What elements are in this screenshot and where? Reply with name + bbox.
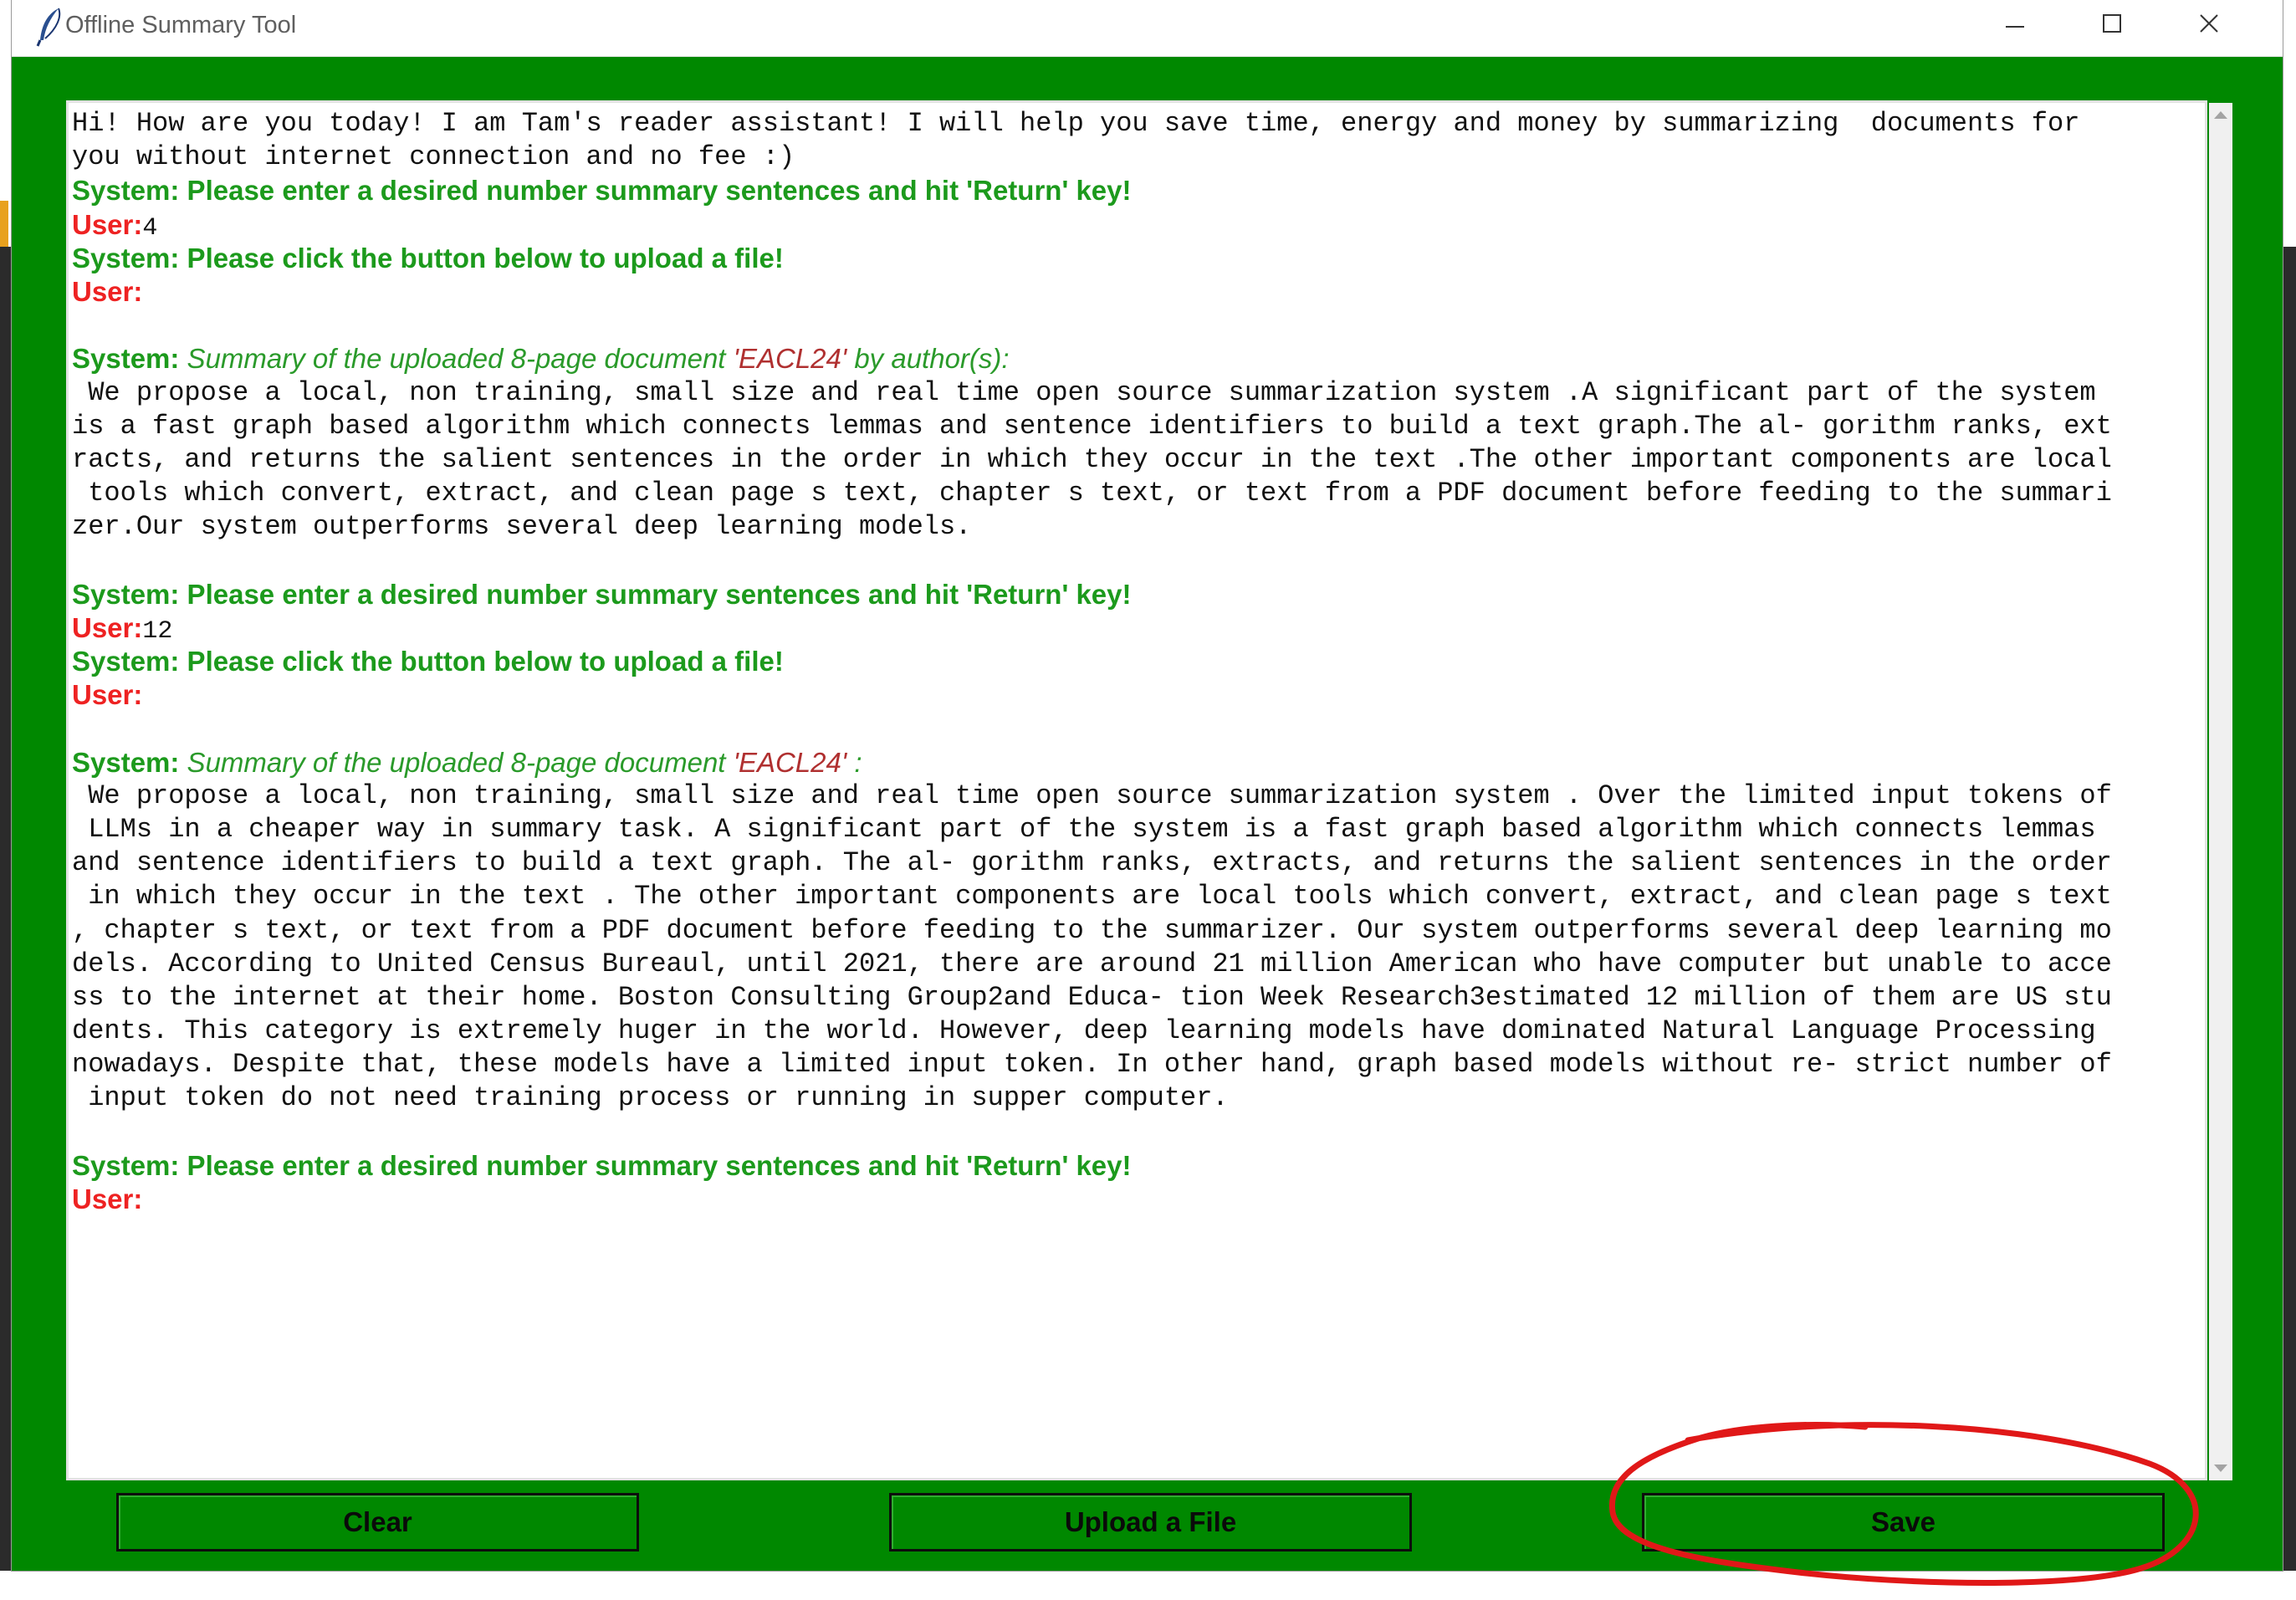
summary-line: is a fast graph based algorithm which co… (72, 410, 2112, 442)
desktop-taskbar-mark (0, 201, 8, 247)
summary-line: and sentence identifiers to build a text… (72, 847, 2112, 879)
summary-suffix: by author(s): (846, 343, 1010, 375)
user-label: User: (72, 275, 143, 307)
scroll-down-arrow-icon[interactable] (2209, 1457, 2232, 1480)
summary-line: zer.Our system outperforms several deep … (72, 511, 972, 543)
document-name: 'EACL24' (733, 343, 847, 375)
summary-line: dels. According to United Census Bureaul… (72, 948, 2112, 979)
save-button[interactable]: Save (1642, 1493, 2165, 1551)
vertical-scrollbar[interactable] (2209, 103, 2232, 1480)
intro-line: you without internet connection and no f… (72, 141, 795, 173)
desktop-background-bottom (0, 1571, 2296, 1600)
window-title: Offline Summary Tool (65, 12, 297, 38)
user-label: User: (72, 1183, 143, 1214)
summary-prefix: Summary of the uploaded 8-page document (179, 746, 734, 778)
chat-transcript-textbox[interactable]: Hi! How are you today! I am Tam's reader… (66, 100, 2207, 1480)
summary-suffix: : (846, 746, 862, 778)
summary-line: We propose a local, non training, small … (72, 780, 2112, 811)
summary-header: System: Summary of the uploaded 8-page d… (72, 746, 2196, 780)
summary-line: input token do not need training process… (72, 1082, 1229, 1114)
maximize-icon (2103, 13, 2121, 37)
summary-line: tools which convert, extract, and clean … (72, 478, 2112, 509)
user-entry: User: (72, 275, 2196, 309)
user-entry: User: (72, 678, 2196, 712)
summary-line: We propose a local, non training, small … (72, 376, 2096, 408)
summary-line: LLMs in a cheaper way in summary task. A… (72, 813, 2096, 845)
system-number-prompt: System: Please enter a desired number su… (72, 1149, 1132, 1181)
user-entry: User:12 (72, 611, 2196, 645)
summary-line: ss to the internet at their home. Boston… (72, 981, 2112, 1013)
desktop-background-left (0, 247, 12, 1581)
clear-button[interactable]: Clear (116, 1493, 639, 1551)
maximize-button[interactable] (2063, 0, 2160, 50)
system-upload-prompt: System: Please click the button below to… (72, 646, 784, 677)
summary-header: System: Summary of the uploaded 8-page d… (72, 342, 2196, 376)
close-button[interactable] (2160, 0, 2258, 50)
user-value: 4 (142, 213, 158, 242)
system-label: System: (72, 746, 180, 778)
scroll-up-arrow-icon[interactable] (2209, 103, 2232, 126)
minimize-button[interactable] (1966, 0, 2063, 50)
summary-line: nowadays. Despite that, these models hav… (72, 1049, 2112, 1081)
system-label: System: (72, 343, 180, 375)
transcript-content: Hi! How are you today! I am Tam's reader… (72, 107, 2196, 1216)
user-label: User: (72, 679, 143, 711)
close-icon (2199, 13, 2219, 38)
app-window: Offline Summary Tool Hi! How are you tod… (12, 0, 2283, 1571)
intro-line: Hi! How are you today! I am Tam's reader… (72, 108, 2080, 139)
upload-file-button[interactable]: Upload a File (889, 1493, 1412, 1551)
summary-line: dents. This category is extremely huger … (72, 1015, 2096, 1047)
user-label: User: (72, 208, 143, 240)
summary-line: , chapter s text, or text from a PDF doc… (72, 914, 2112, 946)
title-bar[interactable]: Offline Summary Tool (12, 0, 2283, 57)
desktop-background-right (2283, 247, 2296, 1581)
document-name: 'EACL24' (733, 746, 847, 778)
summary-line: in which they occur in the text . The ot… (72, 881, 2112, 912)
user-entry: User: (72, 1183, 2196, 1216)
system-number-prompt: System: Please enter a desired number su… (72, 578, 1132, 610)
summary-line: racts, and returns the salient sentences… (72, 443, 2112, 475)
summary-prefix: Summary of the uploaded 8-page document (179, 343, 734, 375)
minimize-icon (2006, 18, 2024, 33)
system-number-prompt: System: Please enter a desired number su… (72, 175, 1132, 207)
user-value: 12 (142, 616, 173, 645)
user-label: User: (72, 611, 143, 643)
system-upload-prompt: System: Please click the button below to… (72, 242, 784, 273)
user-entry: User:4 (72, 208, 2196, 242)
